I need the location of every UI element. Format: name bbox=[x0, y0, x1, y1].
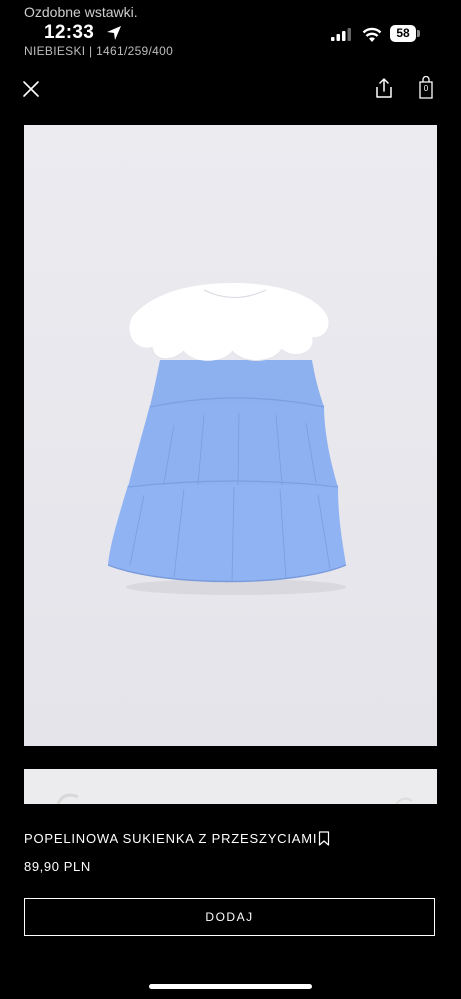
shopping-bag-button[interactable]: 0 bbox=[415, 76, 437, 100]
signal-icon bbox=[331, 28, 351, 41]
bookmark-icon[interactable] bbox=[318, 831, 330, 846]
battery-level: 58 bbox=[390, 25, 416, 42]
product-image-secondary[interactable] bbox=[24, 769, 437, 804]
battery-tip bbox=[417, 30, 420, 37]
product-image[interactable] bbox=[24, 125, 437, 746]
bag-count: 0 bbox=[423, 84, 429, 93]
share-icon[interactable] bbox=[372, 76, 396, 100]
add-to-cart-button[interactable]: DODAJ bbox=[24, 898, 435, 936]
wifi-icon bbox=[362, 27, 382, 42]
dress-illustration bbox=[24, 125, 437, 746]
status-time: 12:33 bbox=[44, 22, 95, 43]
product-title: POPELINOWA SUKIENKA Z PRZESZYCIAMI bbox=[24, 831, 318, 846]
location-arrow-icon bbox=[107, 26, 121, 40]
close-icon[interactable] bbox=[20, 78, 42, 100]
home-indicator[interactable] bbox=[149, 984, 312, 989]
battery-indicator: 58 bbox=[390, 25, 420, 42]
product-price: 89,90 PLN bbox=[24, 859, 91, 874]
secondary-image-fragment bbox=[24, 769, 437, 804]
previous-app-text: Ozdobne wstawki. bbox=[24, 4, 138, 20]
product-color-code: NIEBIESKI | 1461/259/400 bbox=[24, 44, 174, 58]
